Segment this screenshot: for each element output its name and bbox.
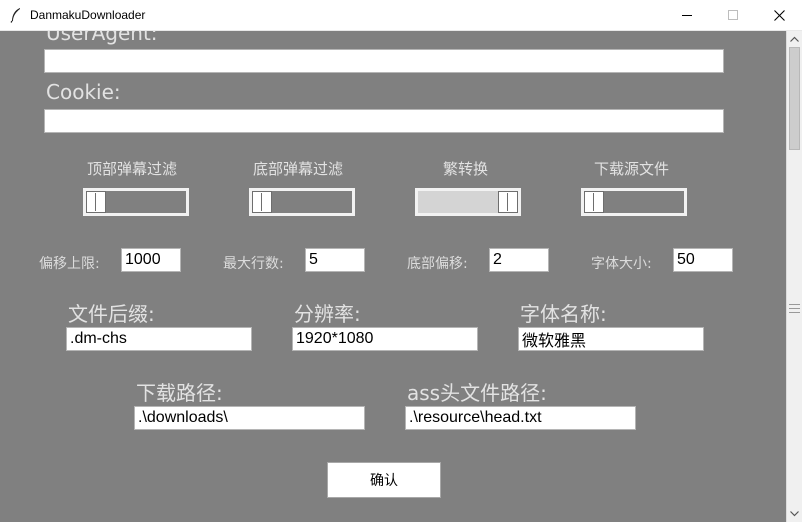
font-name-label: 字体名称:: [520, 302, 607, 326]
download-path-input[interactable]: [134, 406, 365, 430]
top-danmaku-filter-toggle[interactable]: [83, 188, 189, 216]
feather-icon: [9, 7, 23, 23]
minimize-button[interactable]: [664, 0, 710, 30]
file-suffix-input[interactable]: [66, 327, 252, 351]
top-danmaku-filter-label: 顶部弹幕过滤: [87, 160, 178, 178]
font-name-input[interactable]: [518, 327, 704, 351]
minimize-icon: [682, 15, 692, 16]
title-bar: DanmakuDownloader: [0, 0, 802, 31]
bottom-danmaku-filter-label: 底部弹幕过滤: [253, 160, 344, 178]
file-suffix-label: 文件后缀:: [68, 302, 155, 326]
bottom-offset-input[interactable]: [489, 248, 549, 272]
toggle-knob[interactable]: [498, 191, 518, 213]
chevron-down-icon: [790, 511, 799, 517]
vertical-scrollbar[interactable]: [786, 31, 802, 522]
download-source-label: 下载源文件: [594, 160, 670, 178]
maximize-icon: [728, 10, 738, 20]
traditional-convert-label: 繁转换: [443, 160, 489, 178]
scroll-thumb[interactable]: [789, 47, 800, 150]
settings-panel: UserAgent: Cookie: 顶部弹幕过滤 底部弹幕过滤 繁转换 下载源…: [0, 31, 786, 522]
toggle-knob[interactable]: [252, 191, 272, 213]
download-path-label: 下载路径:: [136, 381, 223, 405]
cookie-input[interactable]: [44, 109, 724, 133]
font-size-label: 字体大小:: [591, 256, 652, 272]
offset-limit-input[interactable]: [121, 248, 181, 272]
max-lines-input[interactable]: [305, 248, 365, 272]
resolution-input[interactable]: [292, 327, 478, 351]
close-button[interactable]: [756, 0, 802, 30]
max-lines-label: 最大行数:: [223, 256, 284, 272]
ass-head-path-input[interactable]: [405, 406, 636, 430]
bottom-offset-label: 底部偏移:: [407, 256, 468, 272]
cookie-label: Cookie:: [46, 80, 121, 104]
resolution-label: 分辨率:: [294, 302, 361, 326]
scroll-up-arrow[interactable]: [787, 31, 802, 47]
confirm-button[interactable]: 确认: [327, 462, 441, 498]
font-size-input[interactable]: [673, 248, 733, 272]
user-agent-label: UserAgent:: [46, 31, 158, 45]
toggle-knob[interactable]: [86, 191, 106, 213]
bottom-danmaku-filter-toggle[interactable]: [249, 188, 355, 216]
download-source-toggle[interactable]: [581, 188, 687, 216]
ass-head-path-label: ass头文件路径:: [407, 381, 547, 405]
scroll-grip: [789, 304, 800, 313]
user-agent-input[interactable]: [44, 49, 724, 73]
scroll-down-arrow[interactable]: [787, 506, 802, 522]
chevron-up-icon: [790, 36, 799, 42]
offset-limit-label: 偏移上限:: [39, 256, 100, 272]
maximize-button[interactable]: [710, 0, 756, 30]
window-title: DanmakuDownloader: [30, 8, 146, 22]
toggle-knob[interactable]: [584, 191, 604, 213]
traditional-convert-toggle[interactable]: [415, 188, 521, 216]
close-icon: [773, 9, 785, 21]
